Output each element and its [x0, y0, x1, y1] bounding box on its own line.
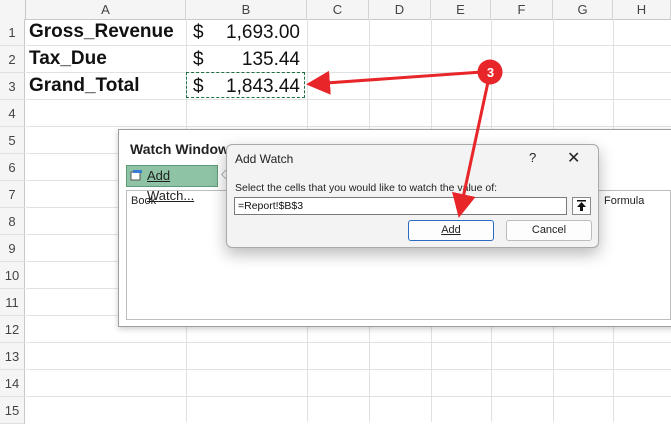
row-header-4[interactable]: 4: [0, 100, 25, 127]
add-button-label: Add: [441, 224, 461, 236]
gridline: [26, 72, 671, 73]
column-header-e[interactable]: E: [431, 0, 491, 19]
watch-column-book[interactable]: Book: [131, 195, 156, 207]
add-watch-button[interactable]: Add Watch...: [126, 165, 218, 203]
row-header-10[interactable]: 10: [0, 262, 25, 289]
gridline: [26, 126, 671, 127]
gridline: [26, 369, 671, 370]
watch-column-formula[interactable]: Formula: [604, 195, 644, 207]
collapse-dialog-button[interactable]: [572, 197, 591, 215]
selection-marquee: [186, 72, 305, 98]
cancel-button[interactable]: Cancel: [506, 220, 592, 241]
row-header-8[interactable]: 8: [0, 208, 25, 235]
cell-b2-value[interactable]: 135.44: [190, 49, 300, 71]
row-header-5[interactable]: 5: [0, 127, 25, 154]
cell-a3-label[interactable]: Grand_Total: [29, 75, 140, 97]
row-header-12[interactable]: 12: [0, 316, 25, 343]
column-header-d[interactable]: D: [369, 0, 431, 19]
select-all-corner[interactable]: [0, 0, 26, 19]
cell-b1-value[interactable]: 1,693.00: [190, 22, 300, 44]
help-icon[interactable]: ?: [529, 150, 536, 165]
collapse-arrow-icon: [577, 200, 586, 211]
close-icon[interactable]: ✕: [567, 148, 580, 168]
cell-a1-label[interactable]: Gross_Revenue: [29, 21, 174, 43]
row-header-2[interactable]: 2: [0, 46, 25, 73]
column-header-f[interactable]: F: [491, 0, 553, 19]
dialog-prompt: Select the cells that you would like to …: [235, 182, 498, 194]
column-header-c[interactable]: C: [307, 0, 369, 19]
row-header-7[interactable]: 7: [0, 181, 25, 208]
row-header-1[interactable]: 1: [0, 19, 25, 46]
column-header-g[interactable]: G: [553, 0, 613, 19]
add-watch-dialog: Add Watch ? ✕ Select the cells that you …: [226, 144, 599, 248]
cell-reference-input[interactable]: =Report!$B$3: [234, 197, 567, 215]
row-header-15[interactable]: 15: [0, 397, 25, 424]
gridline: [26, 396, 671, 397]
column-header-a[interactable]: A: [26, 0, 186, 19]
step-number: 3: [486, 65, 495, 80]
row-header-11[interactable]: 11: [0, 289, 25, 316]
row-header-14[interactable]: 14: [0, 370, 25, 397]
row-header-9[interactable]: 9: [0, 235, 25, 262]
cell-a2-label[interactable]: Tax_Due: [29, 48, 107, 70]
gridline: [26, 99, 671, 100]
column-header-b[interactable]: B: [186, 0, 307, 19]
watch-window-title: Watch Window: [130, 141, 229, 157]
column-header-h[interactable]: H: [613, 0, 671, 19]
add-button[interactable]: Add: [408, 220, 494, 241]
row-header-6[interactable]: 6: [0, 154, 25, 181]
row-header-13[interactable]: 13: [0, 343, 25, 370]
gridline: [26, 342, 671, 343]
gridline: [26, 45, 671, 46]
add-watch-icon: [130, 170, 142, 181]
dialog-title: Add Watch: [235, 152, 294, 166]
row-header-3[interactable]: 3: [0, 73, 25, 100]
